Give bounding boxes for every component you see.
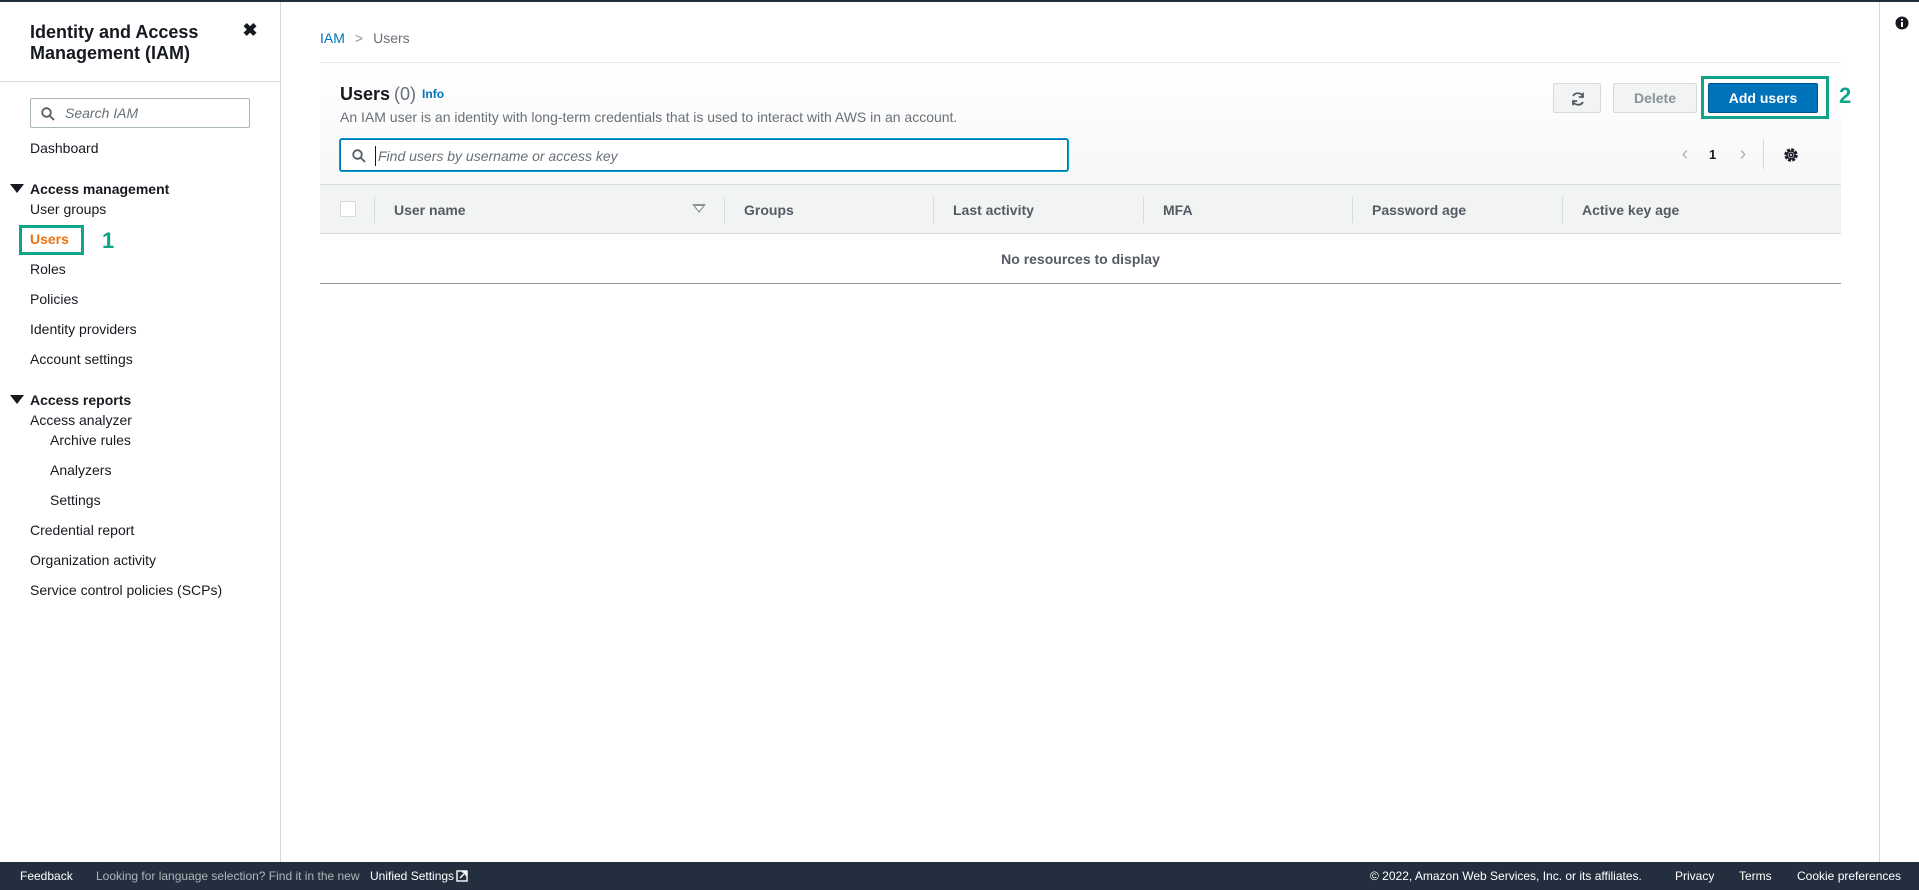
unified-settings-link[interactable]: Unified Settings — [370, 862, 468, 890]
privacy-link[interactable]: Privacy — [1675, 862, 1714, 890]
search-icon — [41, 107, 55, 121]
sidebar-item-credential-report[interactable]: Credential report — [30, 521, 134, 539]
help-panel-rail — [1879, 2, 1919, 862]
cookie-preferences-link[interactable]: Cookie preferences — [1797, 862, 1901, 890]
column-header-mfa[interactable]: MFA — [1163, 201, 1193, 219]
sidebar-item-identity-providers[interactable]: Identity providers — [30, 320, 137, 338]
delete-button[interactable]: Delete — [1613, 83, 1697, 113]
sidebar-item-organization-activity[interactable]: Organization activity — [30, 551, 156, 569]
column-separator — [1562, 197, 1563, 223]
sidebar-item-dashboard[interactable]: Dashboard — [30, 139, 99, 157]
sidebar-search-input[interactable] — [65, 103, 245, 123]
info-icon[interactable] — [1895, 16, 1909, 30]
panel-title-text: Users — [340, 84, 391, 104]
chevron-right-icon: > — [354, 30, 364, 46]
refresh-icon — [1572, 92, 1584, 106]
annotation-step-1: 1 — [102, 228, 115, 253]
column-separator — [1352, 197, 1353, 223]
column-separator — [933, 197, 934, 223]
caret-down-icon — [10, 184, 24, 193]
chevron-right-icon[interactable]: › — [1733, 144, 1753, 165]
language-prompt: Looking for language selection? Find it … — [96, 869, 360, 883]
sidebar-item-account-settings[interactable]: Account settings — [30, 350, 133, 368]
find-users-search[interactable] — [340, 139, 1068, 171]
pagination: ‹ 1 › — [1675, 139, 1835, 169]
unified-settings-label: Unified Settings — [370, 869, 455, 883]
chevron-left-icon[interactable]: ‹ — [1675, 144, 1695, 165]
find-users-input[interactable] — [375, 146, 1055, 166]
feedback-link[interactable]: Feedback — [20, 862, 73, 890]
sidebar-item-scps[interactable]: Service control policies (SCPs) — [30, 581, 222, 599]
sidebar-item-roles[interactable]: Roles — [30, 260, 66, 278]
select-all-checkbox[interactable] — [340, 201, 356, 217]
breadcrumb-iam-link[interactable]: IAM — [320, 30, 345, 46]
external-link-icon — [456, 870, 468, 882]
column-header-groups[interactable]: Groups — [744, 201, 794, 219]
sidebar-header: Identity and Access Management (IAM) ✖ — [0, 2, 280, 82]
sidebar-search[interactable] — [30, 98, 250, 128]
footer: Feedback Looking for language selection?… — [0, 862, 1919, 890]
empty-table-message: No resources to display — [320, 234, 1841, 284]
column-separator — [1143, 197, 1144, 223]
sidebar-title: Identity and Access Management (IAM) — [30, 22, 199, 63]
caret-down-icon — [10, 395, 24, 404]
sidebar-item-policies[interactable]: Policies — [30, 290, 78, 308]
column-separator — [374, 197, 375, 223]
column-header-user-name[interactable]: User name — [394, 201, 466, 219]
column-header-last-activity[interactable]: Last activity — [953, 201, 1034, 219]
users-panel-header: Users (0) Info An IAM user is an identity … — [320, 62, 1851, 184]
pager-divider — [1763, 139, 1764, 169]
copyright: © 2022, Amazon Web Services, Inc. or its… — [1370, 869, 1642, 883]
sidebar: Identity and Access Management (IAM) ✖ D… — [0, 2, 281, 862]
sidebar-section-access-management[interactable]: Access management — [10, 180, 169, 198]
column-header-password-age[interactable]: Password age — [1372, 201, 1466, 219]
column-separator — [724, 197, 725, 223]
table-header: User name Groups Last activity MFA Passw… — [320, 184, 1841, 234]
sidebar-item-archive-rules[interactable]: Archive rules — [50, 431, 131, 449]
sidebar-item-analyzers[interactable]: Analyzers — [50, 461, 111, 479]
terms-link[interactable]: Terms — [1739, 862, 1772, 890]
sidebar-item-analyzer-settings[interactable]: Settings — [50, 491, 101, 509]
column-header-active-key-age[interactable]: Active key age — [1582, 201, 1679, 219]
close-sidebar-button[interactable]: ✖ — [240, 20, 260, 40]
section-label: Access reports — [30, 392, 132, 408]
user-count: (0) — [394, 84, 417, 104]
annotation-step-2: 2 — [1839, 83, 1852, 108]
gear-icon[interactable] — [1781, 145, 1801, 165]
section-label: Access management — [30, 181, 170, 197]
breadcrumb: IAM > Users — [320, 29, 410, 47]
breadcrumb-current: Users — [373, 30, 410, 46]
sidebar-item-users[interactable]: Users — [30, 230, 69, 248]
sidebar-section-access-reports[interactable]: Access reports — [10, 391, 131, 409]
info-link[interactable]: Info — [422, 87, 444, 101]
main-content: IAM > Users Users (0) Info An IAM user is an… — [282, 2, 1879, 862]
close-icon: ✖ — [242, 20, 258, 40]
search-icon — [352, 149, 366, 163]
panel-description: An IAM user is an identity with long-ter… — [340, 109, 958, 125]
add-users-button[interactable]: Add users — [1708, 83, 1818, 113]
sidebar-item-user-groups[interactable]: User groups — [30, 200, 106, 218]
refresh-button[interactable] — [1553, 83, 1601, 113]
page-number[interactable]: 1 — [1709, 147, 1716, 162]
sidebar-item-access-analyzer[interactable]: Access analyzer — [30, 411, 132, 429]
users-panel: Users (0) Info An IAM user is an identity … — [320, 62, 1851, 284]
page-title: Users (0) Info — [340, 83, 444, 105]
sort-descending-icon[interactable] — [692, 204, 706, 213]
